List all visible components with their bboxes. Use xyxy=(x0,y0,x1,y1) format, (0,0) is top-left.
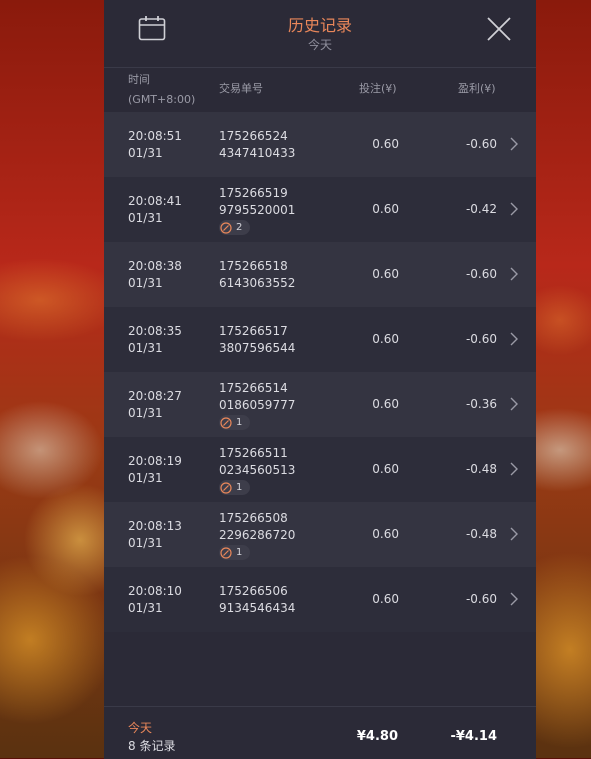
row-order-id-1: 175266506 xyxy=(219,584,288,598)
row-order-id-2: 0234560513 xyxy=(219,463,296,477)
chevron-right-icon[interactable] xyxy=(508,397,520,411)
badge-count: 1 xyxy=(236,547,243,558)
chevron-right-icon[interactable] xyxy=(508,202,520,216)
table-row[interactable]: 20:08:10 01/31 175266506 9134546434 0.60 -… xyxy=(104,567,536,632)
free-spin-badge: 1 xyxy=(219,545,251,560)
spin-icon xyxy=(220,416,232,429)
row-profit: -0.36 xyxy=(465,397,497,411)
spin-icon xyxy=(220,546,232,559)
row-order-id-1: 175266518 xyxy=(219,259,288,273)
summary-footer: 今天 8 条记录 ¥4.80 -¥4.14 xyxy=(104,706,536,759)
row-date: 01/31 xyxy=(128,536,163,550)
free-spin-badge: 1 xyxy=(219,415,251,430)
table-row[interactable]: 20:08:51 01/31 175266524 4347410433 0.60 -… xyxy=(104,112,536,177)
summary-period: 今天 xyxy=(128,721,153,735)
row-profit: -0.60 xyxy=(465,137,497,151)
record-count: 8 条记录 xyxy=(128,739,176,753)
row-bet: 0.60 xyxy=(372,462,399,476)
column-header-bet: 投注(¥) xyxy=(359,82,397,95)
history-header: 历史记录 今天 xyxy=(104,0,536,68)
row-profit: -0.60 xyxy=(465,332,497,346)
chevron-right-icon[interactable] xyxy=(508,527,520,541)
row-profit: -0.60 xyxy=(465,267,497,281)
badge-count: 1 xyxy=(236,482,243,493)
spin-icon xyxy=(220,481,232,494)
row-time: 20:08:27 xyxy=(128,389,182,403)
free-spin-badge: 1 xyxy=(219,480,251,495)
row-time: 20:08:35 xyxy=(128,324,182,338)
row-time: 20:08:19 xyxy=(128,454,182,468)
table-row[interactable]: 20:08:27 01/31 175266514 0186059777 1 0.60… xyxy=(104,372,536,437)
chevron-right-icon[interactable] xyxy=(508,462,520,476)
row-order-id-1: 175266514 xyxy=(219,381,288,395)
spin-icon xyxy=(220,221,232,234)
row-order-id-2: 9795520001 xyxy=(219,203,296,217)
row-bet: 0.60 xyxy=(372,332,399,346)
row-bet: 0.60 xyxy=(372,137,399,151)
row-date: 01/31 xyxy=(128,601,163,615)
row-order-id-2: 3807596544 xyxy=(219,341,296,355)
row-order-id-1: 175266524 xyxy=(219,129,288,143)
total-bet: ¥4.80 xyxy=(356,729,398,744)
chevron-right-icon[interactable] xyxy=(508,592,520,606)
row-time: 20:08:41 xyxy=(128,194,182,208)
row-time: 20:08:10 xyxy=(128,584,182,598)
row-order-id-1: 175266517 xyxy=(219,324,288,338)
row-order-id-2: 0186059777 xyxy=(219,398,296,412)
table-row[interactable]: 20:08:41 01/31 175266519 9795520001 2 0.60… xyxy=(104,177,536,242)
row-bet: 0.60 xyxy=(372,592,399,606)
row-bet: 0.60 xyxy=(372,202,399,216)
page-title: 历史记录 xyxy=(287,16,352,35)
row-date: 01/31 xyxy=(128,341,163,355)
row-order-id-2: 9134546434 xyxy=(219,601,296,615)
row-date: 01/31 xyxy=(128,471,163,485)
column-header-row: 时间 (GMT+8:00) 交易单号 投注(¥) 盈利(¥) xyxy=(104,68,536,112)
row-time: 20:08:51 xyxy=(128,129,182,143)
badge-count: 1 xyxy=(236,417,243,428)
row-profit: -0.48 xyxy=(465,462,497,476)
row-profit: -0.48 xyxy=(465,527,497,541)
row-order-id-2: 6143063552 xyxy=(219,276,296,290)
chevron-right-icon[interactable] xyxy=(508,137,520,151)
row-time: 20:08:13 xyxy=(128,519,182,533)
row-date: 01/31 xyxy=(128,276,163,290)
chevron-right-icon[interactable] xyxy=(508,332,520,346)
row-order-id-2: 4347410433 xyxy=(219,146,296,160)
row-bet: 0.60 xyxy=(372,527,399,541)
row-profit: -0.42 xyxy=(465,202,497,216)
date-filter-label: 今天 xyxy=(307,38,332,52)
row-order-id-2: 2296286720 xyxy=(219,528,296,542)
column-header-order: 交易单号 xyxy=(219,82,263,95)
history-panel: 历史记录 今天 时间 (GMT+8:00) 交易单号 投注(¥) 盈利(¥) 2… xyxy=(104,0,536,759)
free-spin-badge: 2 xyxy=(219,220,251,235)
close-icon[interactable] xyxy=(485,15,513,43)
table-row[interactable]: 20:08:19 01/31 175266511 0234560513 1 0.60… xyxy=(104,437,536,502)
row-order-id-1: 175266508 xyxy=(219,511,288,525)
column-header-profit: 盈利(¥) xyxy=(458,82,496,95)
row-bet: 0.60 xyxy=(372,397,399,411)
row-bet: 0.60 xyxy=(372,267,399,281)
table-row[interactable]: 20:08:35 01/31 175266517 3807596544 0.60 -… xyxy=(104,307,536,372)
column-header-time: 时间 (GMT+8:00) xyxy=(128,73,196,106)
row-order-id-1: 175266511 xyxy=(219,446,288,460)
row-time: 20:08:38 xyxy=(128,259,182,273)
chevron-right-icon[interactable] xyxy=(508,267,520,281)
row-date: 01/31 xyxy=(128,406,163,420)
table-row[interactable]: 20:08:13 01/31 175266508 2296286720 1 0.60… xyxy=(104,502,536,567)
history-list: 20:08:51 01/31 175266524 4347410433 0.60 -… xyxy=(104,112,536,632)
row-date: 01/31 xyxy=(128,146,163,160)
table-row[interactable]: 20:08:38 01/31 175266518 6143063552 0.60 -… xyxy=(104,242,536,307)
badge-count: 2 xyxy=(236,222,243,233)
row-date: 01/31 xyxy=(128,211,163,225)
row-profit: -0.60 xyxy=(465,592,497,606)
row-order-id-1: 175266519 xyxy=(219,186,288,200)
total-profit: -¥4.14 xyxy=(450,729,497,744)
